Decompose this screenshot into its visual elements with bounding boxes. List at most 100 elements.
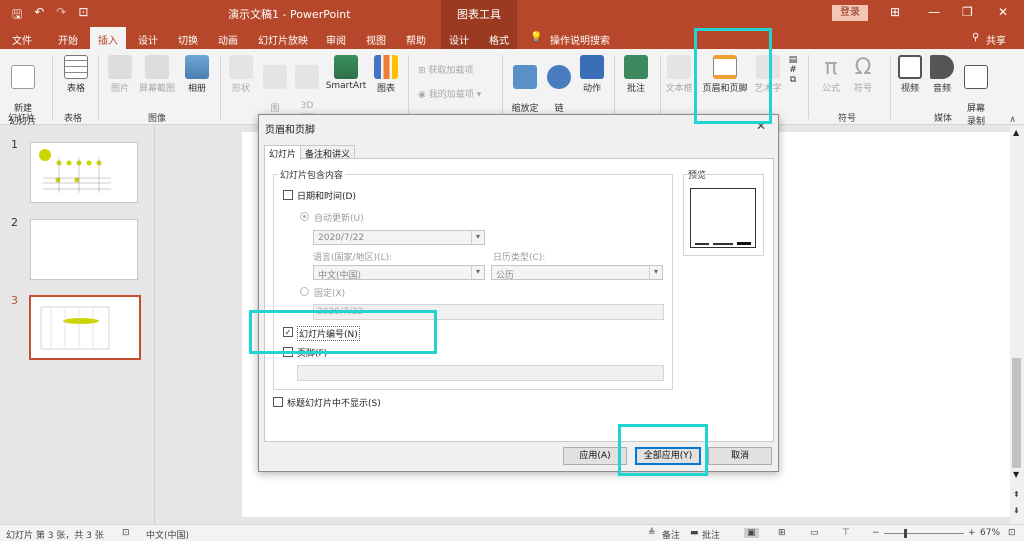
collapse-ribbon-icon[interactable]: ∧ xyxy=(1009,115,1016,125)
redo-icon[interactable]: ↷ xyxy=(56,5,66,26)
slideshow-view-icon[interactable]: ⊤ xyxy=(842,528,850,538)
speaker-icon xyxy=(930,55,954,79)
text-extra-icons[interactable]: ▤ # ⧉ xyxy=(786,55,800,85)
zoom-slider[interactable] xyxy=(884,533,964,534)
picture-button[interactable]: 图片 xyxy=(106,55,134,94)
preview-slide xyxy=(690,188,756,248)
slide-content-group xyxy=(273,174,673,390)
slide-thumbnail-1[interactable] xyxy=(30,142,138,203)
tab-slideshow[interactable]: 幻灯片放映 xyxy=(258,32,308,47)
next-slide-icon[interactable]: ⇟ xyxy=(1013,506,1020,515)
tab-review[interactable]: 审阅 xyxy=(326,32,346,47)
datetime-checkbox[interactable] xyxy=(283,190,293,200)
comment-button[interactable]: 批注 xyxy=(622,55,650,94)
spellcheck-icon[interactable]: ⊡ xyxy=(122,528,130,538)
close-icon[interactable]: ✕ xyxy=(998,5,1008,19)
ribbon-tabs: 文件 开始 插入 设计 切换 动画 幻灯片放映 审阅 视图 帮助 设计 格式 💡… xyxy=(0,27,1024,49)
fixed-label[interactable]: 固定(X) xyxy=(314,286,345,299)
tab-chart-format[interactable]: 格式 xyxy=(489,32,509,47)
date-format-select[interactable]: 2020/7/22 ▾ xyxy=(313,230,485,245)
calendar-select[interactable]: 公历 ▾ xyxy=(491,265,663,281)
dont-show-title-label[interactable]: 标题幻灯片中不显示(S) xyxy=(287,396,381,409)
zoom-slider-thumb[interactable] xyxy=(904,529,907,538)
tab-notes-handouts[interactable]: 备注和讲义 xyxy=(300,145,356,160)
tab-file[interactable]: 文件 xyxy=(12,32,32,47)
chevron-down-icon: ▾ xyxy=(649,266,662,279)
normal-view-icon[interactable]: ▣ xyxy=(744,528,759,538)
tab-design[interactable]: 设计 xyxy=(138,32,158,47)
scroll-thumb[interactable] xyxy=(1012,358,1021,468)
zoom-out-icon[interactable]: − xyxy=(872,528,880,538)
screen-record-button[interactable]: 屏幕 录制 xyxy=(960,55,992,127)
picture-icon xyxy=(108,55,132,79)
pi-icon: π xyxy=(824,55,838,80)
present-icon[interactable]: ⊡ xyxy=(78,5,88,26)
scroll-down-icon[interactable]: ▼ xyxy=(1013,470,1019,479)
comments-button[interactable]: 批注 xyxy=(702,528,720,541)
chart-tools-title: 图表工具 xyxy=(457,8,501,21)
language-select[interactable]: 中文(中国) ▾ xyxy=(313,265,485,281)
footer-input[interactable] xyxy=(297,365,664,381)
audio-button[interactable]: 音频 xyxy=(928,55,956,94)
table-icon xyxy=(64,55,88,79)
notes-icon[interactable]: ≜ xyxy=(648,528,656,538)
highlight-slide-number xyxy=(249,310,437,354)
tab-transitions[interactable]: 切换 xyxy=(178,32,198,47)
equation-button[interactable]: π 公式 xyxy=(818,55,844,94)
my-addins-button[interactable]: ◉ 我的加载项 ▾ xyxy=(418,87,481,100)
datetime-label[interactable]: 日期和时间(D) xyxy=(297,189,356,202)
share-icon[interactable]: ⚲ xyxy=(972,32,979,43)
prev-slide-icon[interactable]: ⇞ xyxy=(1013,490,1020,499)
ribbon-display-icon[interactable]: ⊞ xyxy=(890,5,900,19)
smartart-button[interactable]: SmartArt xyxy=(324,55,368,91)
language-status[interactable]: 中文(中国) xyxy=(146,528,189,541)
auto-update-radio[interactable] xyxy=(300,212,309,221)
cancel-button[interactable]: 取消 xyxy=(708,447,772,465)
scroll-up-icon[interactable]: ▲ xyxy=(1013,128,1019,137)
zoom-in-icon[interactable]: + xyxy=(968,528,976,538)
comment-icon xyxy=(624,55,648,79)
auto-update-label[interactable]: 自动更新(U) xyxy=(314,211,364,224)
chart-button[interactable]: 图表 xyxy=(372,55,400,94)
fixed-radio[interactable] xyxy=(300,287,309,296)
tab-slide[interactable]: 幻灯片 xyxy=(264,145,302,160)
vertical-scrollbar[interactable]: ▲ ▼ ⇞ ⇟ xyxy=(1010,126,1024,524)
symbol-button[interactable]: Ω 符号 xyxy=(850,55,876,94)
screenshot-button[interactable]: 屏幕截图 xyxy=(136,55,178,94)
textbox-button[interactable]: 文本框 xyxy=(664,55,694,94)
zoom-level[interactable]: 67% xyxy=(980,528,1000,538)
tab-home[interactable]: 开始 xyxy=(58,32,78,47)
dont-show-title-checkbox[interactable] xyxy=(273,397,283,407)
highlight-header-footer xyxy=(694,28,772,124)
table-button[interactable]: 表格 xyxy=(60,55,92,94)
login-button[interactable]: 登录 xyxy=(832,5,868,21)
share-button[interactable]: 共享 xyxy=(986,32,1006,47)
slide-thumbnail-3[interactable] xyxy=(29,295,141,360)
reading-view-icon[interactable]: ▭ xyxy=(810,528,819,538)
comments-icon[interactable]: ▬ xyxy=(690,528,699,538)
tab-view[interactable]: 视图 xyxy=(366,32,386,47)
undo-icon[interactable]: ↶ xyxy=(34,5,44,26)
shapes-button[interactable]: 形状 xyxy=(226,55,256,94)
slide-number: 2 xyxy=(11,216,18,229)
tell-me-search[interactable]: 操作说明搜索 xyxy=(550,32,610,47)
minimize-icon[interactable]: — xyxy=(928,5,940,19)
album-button[interactable]: 相册 xyxy=(182,55,212,94)
status-bar: 幻灯片 第 3 张，共 3 张 ⊡ 中文(中国) ≜ 备注 ▬ 批注 ▣ ⊞ ▭… xyxy=(0,524,1024,541)
action-button[interactable]: 动作 xyxy=(578,55,606,94)
chevron-down-icon: ▾ xyxy=(471,266,484,279)
get-addins-button[interactable]: ⊞ 获取加载项 xyxy=(418,63,473,76)
fit-slide-icon[interactable]: ⊡ xyxy=(1008,528,1016,538)
tab-animations[interactable]: 动画 xyxy=(218,32,238,47)
notes-button[interactable]: 备注 xyxy=(662,528,680,541)
tab-help[interactable]: 帮助 xyxy=(406,32,426,47)
video-button[interactable]: 视频 xyxy=(896,55,924,94)
slide-thumbnail-2[interactable] xyxy=(30,219,138,280)
sorter-view-icon[interactable]: ⊞ xyxy=(778,528,786,538)
number-icon: # xyxy=(789,65,797,75)
screen-record-icon xyxy=(964,65,988,89)
maximize-icon[interactable]: ❐ xyxy=(962,5,973,19)
tab-insert[interactable]: 插入 xyxy=(90,27,126,49)
tab-chart-design[interactable]: 设计 xyxy=(449,32,469,47)
save-icon[interactable]: 🖫 xyxy=(12,5,22,26)
